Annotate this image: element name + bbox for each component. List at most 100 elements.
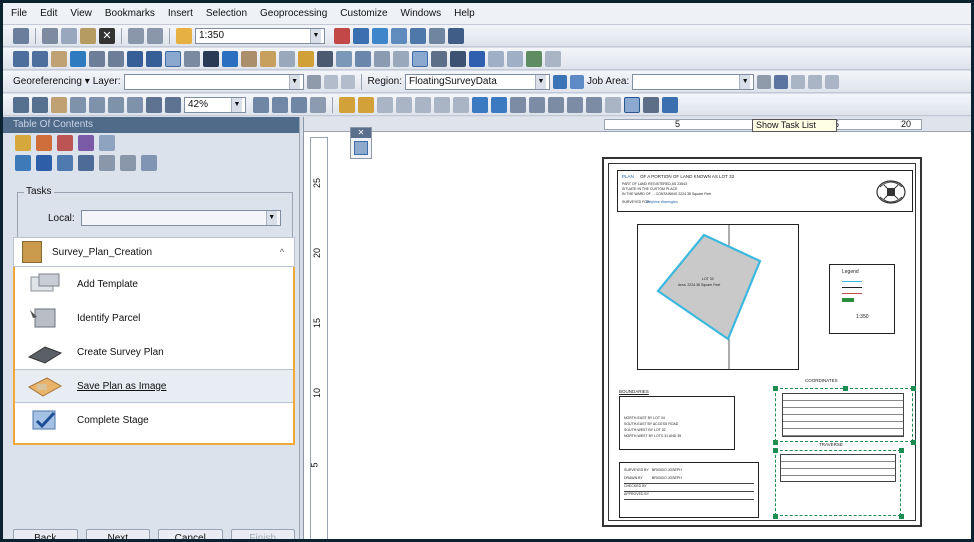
link-table-icon[interactable] — [340, 74, 355, 89]
line-icon[interactable] — [434, 96, 450, 113]
step-create-survey-plan[interactable]: Create Survey Plan — [15, 335, 293, 369]
select-elements-icon[interactable] — [203, 50, 219, 67]
shift-icon[interactable] — [323, 74, 338, 89]
layout-zoom-in-icon[interactable] — [13, 96, 29, 113]
edit-icon[interactable] — [377, 96, 393, 113]
selection-handle[interactable] — [773, 448, 778, 453]
undo-icon[interactable] — [128, 27, 144, 44]
region-tool-icon[interactable] — [553, 74, 567, 89]
fixed-zoom-in-layout-icon[interactable] — [108, 96, 124, 113]
layer-combo[interactable]: ▼ — [123, 73, 304, 90]
selection-handle[interactable] — [911, 440, 916, 445]
coordinates-table[interactable] — [775, 388, 913, 442]
layout-pan-icon[interactable] — [51, 96, 67, 113]
georeferencing-menu[interactable]: Georeferencing ▾ — [13, 76, 90, 87]
time-slider-icon[interactable] — [355, 50, 371, 67]
toggle-draft-icon[interactable] — [253, 96, 269, 113]
select-features-icon[interactable] — [165, 50, 181, 67]
rotate-icon[interactable] — [306, 74, 321, 89]
stage-header[interactable]: Survey_Plan_Creation ^ — [13, 237, 295, 267]
graph-icon[interactable] — [545, 50, 561, 67]
tool-icon[interactable] — [808, 74, 823, 89]
info-icon[interactable] — [36, 155, 52, 171]
job-area-combo[interactable]: ▼ — [632, 73, 755, 90]
arrow-down-icon[interactable] — [415, 96, 431, 113]
selection-handle[interactable] — [773, 440, 778, 445]
checklist-icon[interactable] — [141, 155, 157, 171]
fixed-zoom-in-icon[interactable] — [89, 50, 105, 67]
workflow-icon[interactable] — [774, 74, 789, 89]
list-by-selection-icon[interactable] — [78, 135, 94, 151]
layout-zoom-out-icon[interactable] — [32, 96, 48, 113]
sigma-icon[interactable] — [99, 155, 115, 171]
local-combo[interactable]: ▼ — [80, 210, 281, 226]
clear-selection-icon[interactable] — [184, 50, 200, 67]
list-by-drawing-order-icon[interactable] — [15, 135, 31, 151]
python-icon[interactable] — [429, 27, 445, 44]
menu-bookmarks[interactable]: Bookmarks — [105, 8, 155, 19]
menu-view[interactable]: View — [70, 8, 92, 19]
back-button[interactable]: Back — [13, 529, 78, 539]
parcel-map-frame[interactable]: LOT 33 Area: 2224.38 Square Feet — [637, 224, 799, 370]
attribute-table-icon[interactable] — [450, 50, 466, 67]
redo-icon[interactable] — [147, 27, 163, 44]
next-button[interactable]: Next — [85, 529, 150, 539]
cancel-button[interactable]: Cancel — [158, 529, 223, 539]
finish-button[interactable]: Finish — [230, 529, 295, 539]
export-icon[interactable] — [491, 96, 507, 113]
chevron-down-icon[interactable]: ▼ — [739, 74, 751, 89]
map-scale-combo[interactable]: 1:350 ▼ — [195, 27, 325, 44]
pan-icon[interactable] — [51, 50, 67, 67]
paste-icon[interactable] — [80, 27, 96, 44]
plan-icon[interactable] — [396, 96, 412, 113]
whats-this-icon[interactable] — [448, 27, 464, 44]
find-icon[interactable] — [298, 50, 314, 67]
previous-extent-icon[interactable] — [146, 96, 162, 113]
copy-icon[interactable] — [61, 27, 77, 44]
selection-handle[interactable] — [773, 514, 778, 519]
step-identify-parcel[interactable]: Identify Parcel — [15, 301, 293, 335]
chevron-down-icon[interactable]: ▼ — [535, 74, 546, 89]
selection-handle[interactable] — [899, 448, 904, 453]
list-by-source-icon[interactable] — [36, 135, 52, 151]
select-by-polygon-icon[interactable] — [431, 50, 447, 67]
surveyor-block[interactable]: SURVEYED BY BRIGIDO JOSEPH DRAWN BY BRIG… — [619, 462, 759, 518]
table-of-contents-icon[interactable] — [353, 27, 369, 44]
tool-icon[interactable] — [586, 96, 602, 113]
chevron-down-icon[interactable]: ▼ — [310, 28, 321, 43]
identify-icon[interactable] — [222, 50, 238, 67]
add-data-icon[interactable] — [176, 27, 192, 44]
select-tool-icon[interactable] — [393, 50, 409, 67]
change-layout-icon[interactable] — [291, 96, 307, 113]
legend-box[interactable]: Legend 1:350 — [829, 264, 895, 334]
tool-icon[interactable] — [825, 74, 840, 89]
binoculars-icon[interactable] — [317, 50, 333, 67]
selection-handle[interactable] — [899, 514, 904, 519]
html-popup-icon[interactable] — [260, 50, 276, 67]
filter-icon[interactable] — [78, 155, 94, 171]
search-icon[interactable] — [529, 96, 545, 113]
grid-icon[interactable] — [57, 155, 73, 171]
step-add-template[interactable]: Add Template — [15, 267, 293, 301]
tree-icon[interactable] — [526, 50, 542, 67]
collapse-icon[interactable]: ^ — [280, 247, 284, 257]
traverse-table[interactable] — [775, 450, 901, 516]
map-icon[interactable] — [548, 96, 564, 113]
menu-customize[interactable]: Customize — [340, 8, 387, 19]
list-by-visibility-icon[interactable] — [57, 135, 73, 151]
data-driven-pages-icon[interactable] — [310, 96, 326, 113]
selection-handle[interactable] — [843, 386, 848, 391]
task-window-icon[interactable] — [354, 141, 368, 155]
calc-icon[interactable] — [453, 96, 469, 113]
tool-icon[interactable] — [662, 96, 678, 113]
gear-icon[interactable] — [643, 96, 659, 113]
tool-icon[interactable] — [791, 74, 806, 89]
menu-selection[interactable]: Selection — [206, 8, 247, 19]
search-window-icon[interactable] — [391, 27, 407, 44]
selection-handle[interactable] — [911, 386, 916, 391]
measure-icon[interactable] — [279, 50, 295, 67]
symbology-icon[interactable] — [507, 50, 523, 67]
select-by-rectangle-icon[interactable] — [412, 50, 428, 67]
menu-insert[interactable]: Insert — [168, 8, 193, 19]
chevron-down-icon[interactable]: ▼ — [288, 74, 300, 89]
